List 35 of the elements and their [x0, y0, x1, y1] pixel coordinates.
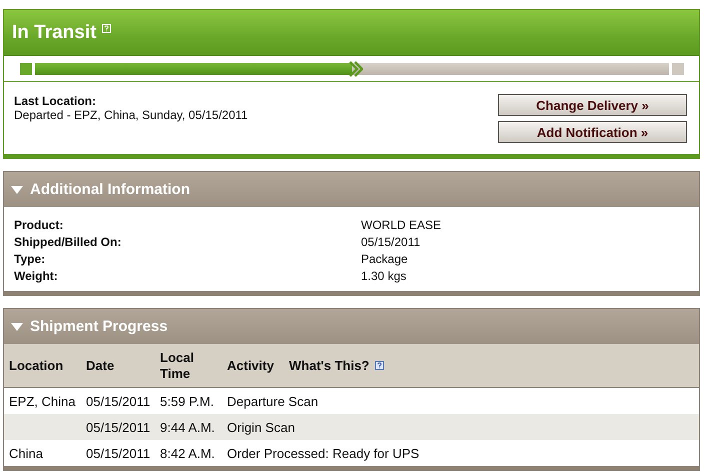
location-cell: EPZ, China: [9, 394, 76, 408]
date-cell: 05/15/2011: [86, 394, 150, 408]
field-label: Product:: [14, 217, 64, 233]
last-location-label: Last Location:: [14, 94, 98, 108]
time-cell: 5:59 P.M.: [160, 394, 214, 408]
collapse-triangle-icon[interactable]: [11, 186, 23, 194]
activity-cell: Origin Scan: [227, 420, 295, 434]
activity-cell: Order Processed: Ready for UPS: [227, 446, 420, 460]
progress-end-segment: [672, 62, 684, 74]
help-link[interactable]: What's This?: [289, 358, 370, 374]
collapse-triangle-icon[interactable]: [11, 322, 23, 330]
column-header: Local Time: [155, 344, 222, 388]
last-location-value: Departed - EPZ, China, Sunday, 05/15/2011: [14, 108, 248, 122]
field-value: WORLD EASE: [361, 217, 442, 233]
progress-start-segment: [20, 62, 32, 74]
help-icon[interactable]: [375, 361, 384, 370]
date-cell: 05/15/2011: [86, 446, 150, 460]
field-value: 05/15/2011: [361, 234, 422, 250]
field-value: Package: [361, 251, 409, 267]
date-cell: 05/15/2011: [86, 420, 150, 434]
activity-cell: Departure Scan: [227, 394, 318, 408]
action-button[interactable]: Add Notification »: [498, 121, 687, 143]
column-header: Date: [81, 344, 155, 388]
field-label: Shipped/Billed On:: [14, 234, 122, 250]
status-title: In Transit: [12, 22, 96, 44]
field-label: Weight:: [14, 268, 59, 284]
field-label: Type:: [14, 251, 46, 267]
location-cell: China: [9, 446, 43, 460]
column-header: Location: [4, 344, 81, 388]
column-header: Activity: [222, 344, 284, 388]
time-cell: 8:42 A.M.: [160, 446, 215, 460]
field-value: 1.30 kgs: [361, 268, 408, 284]
time-cell: 9:44 A.M.: [160, 420, 215, 434]
chevron-icon: [349, 60, 363, 76]
action-button[interactable]: Change Delivery »: [498, 94, 687, 116]
